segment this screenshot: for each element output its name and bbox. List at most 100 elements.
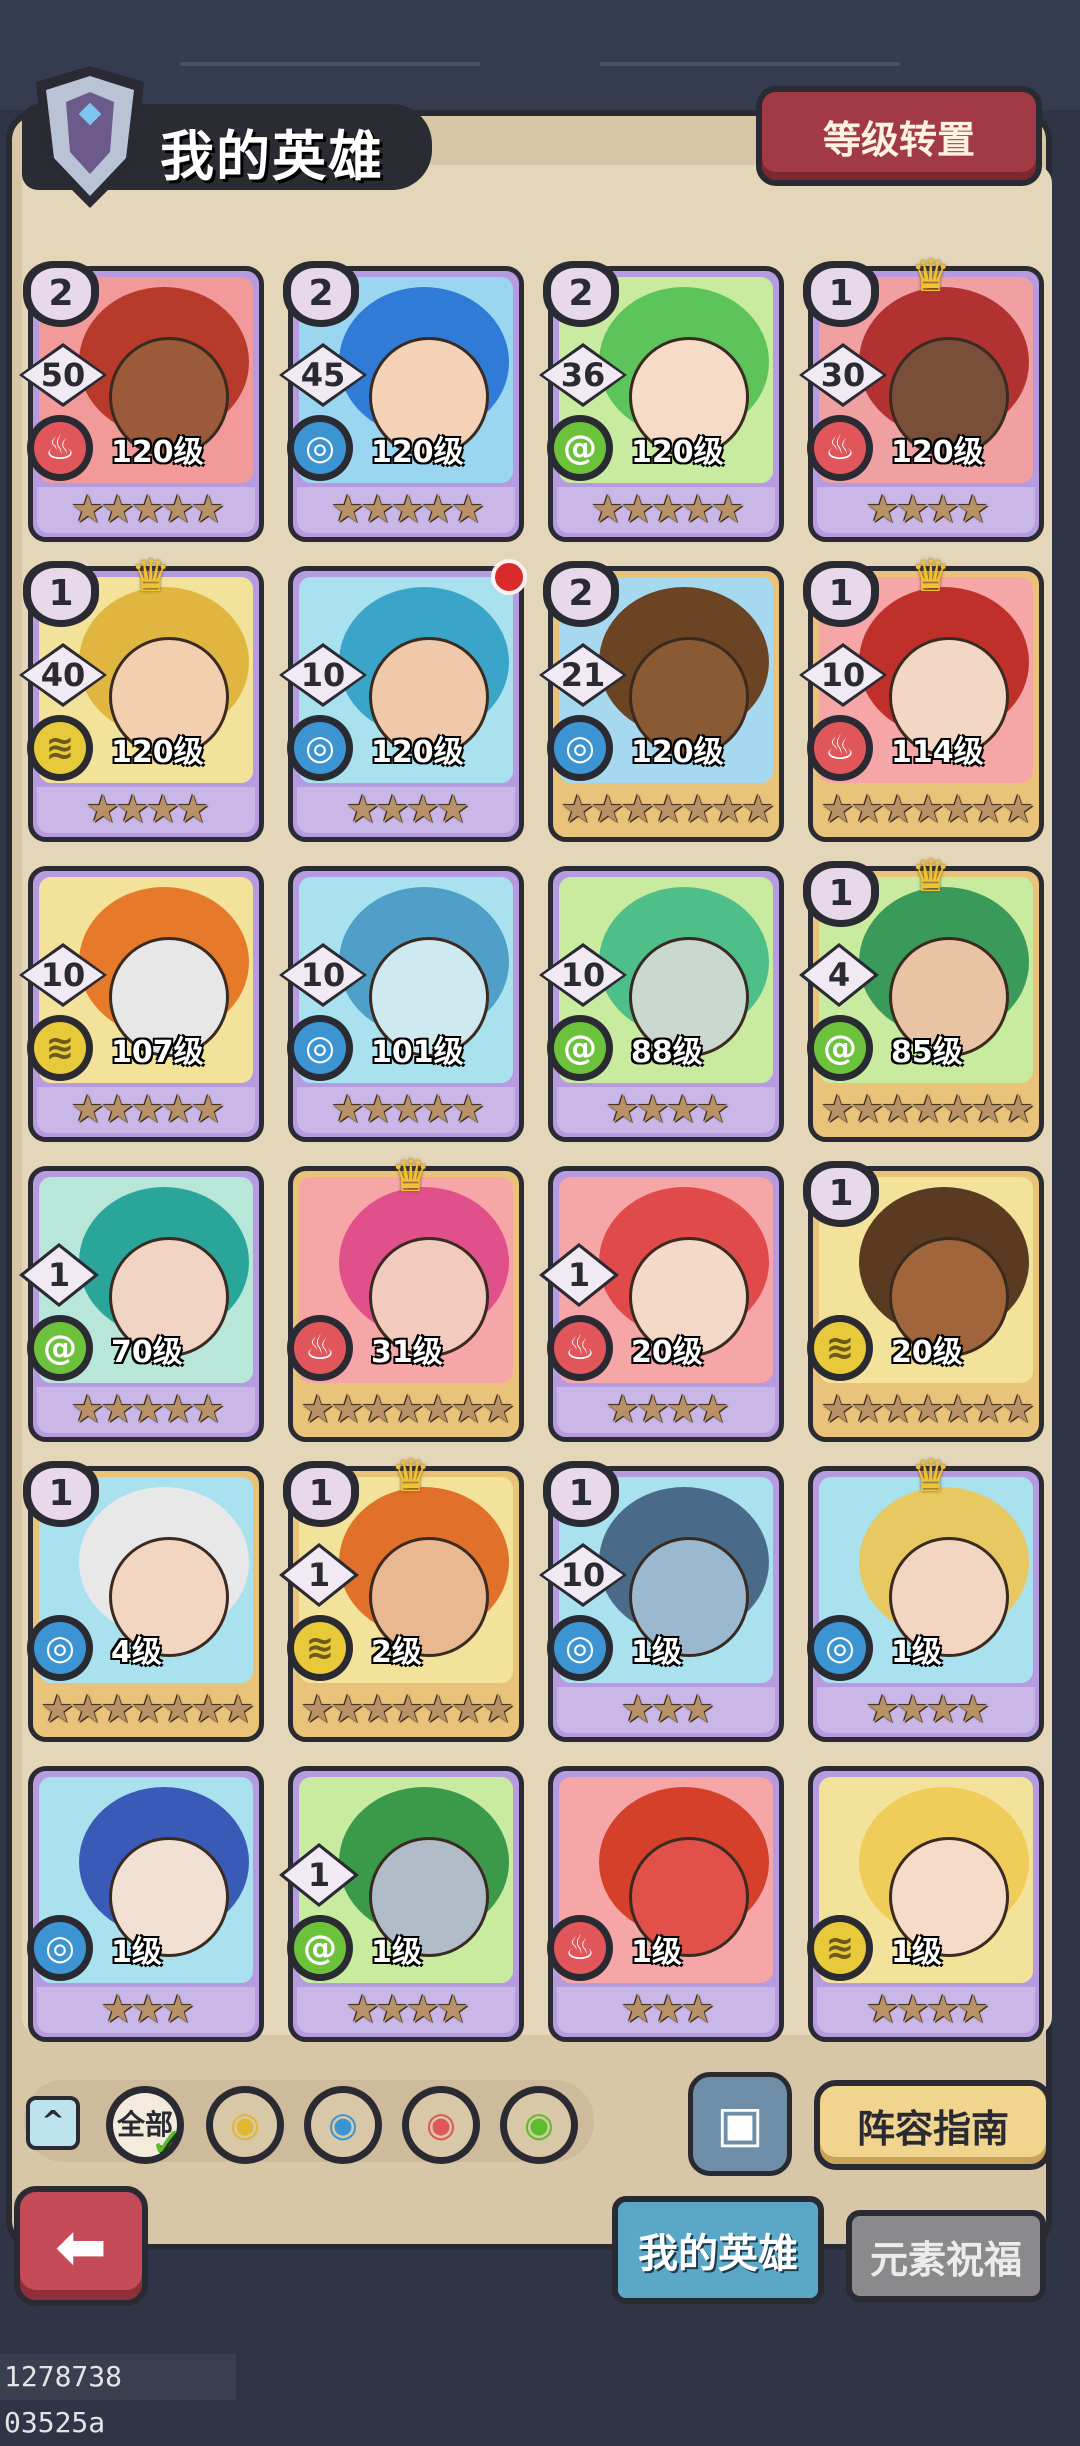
star-rating: ★★★ bbox=[620, 1687, 715, 1731]
hero-card[interactable]: ★★★★ ◎ 120级 10 bbox=[279, 559, 527, 842]
hero-card[interactable]: ★★★★★ ◎ 120级 2 45 bbox=[279, 261, 524, 542]
hero-level: 85级 bbox=[891, 1035, 963, 1070]
hero-card[interactable]: ★★★★★★★ ≋ 20级 1 bbox=[803, 1161, 1044, 1442]
check-icon: ✓ bbox=[150, 2120, 184, 2166]
back-arrow-icon: ⬅ bbox=[55, 2209, 107, 2283]
wind-icon: @ bbox=[807, 1015, 873, 1081]
fire-icon: ♨ bbox=[27, 415, 93, 481]
water-icon: ◎ bbox=[27, 1615, 93, 1681]
build-id: 1278738 03525a bbox=[0, 2354, 236, 2439]
fire-icon: ♨ bbox=[547, 1915, 613, 1981]
rank-badge: 2 bbox=[283, 261, 359, 327]
hero-card[interactable]: ★★★★★★★ ♨ 31级 ♛ bbox=[287, 1151, 524, 1442]
hero-card[interactable]: ★★★★★ @70级 1 bbox=[19, 1166, 264, 1442]
hero-level: 1级 bbox=[371, 1935, 422, 1970]
star-rating: ★★★★★ bbox=[70, 1387, 225, 1431]
fire-icon: ◉ bbox=[409, 2093, 473, 2157]
save-lineup-button[interactable]: ▣ bbox=[688, 2072, 792, 2176]
page-title: 我的英雄 bbox=[160, 125, 384, 188]
hero-level: 120级 bbox=[891, 435, 984, 470]
hero-level: 107级 bbox=[111, 1035, 204, 1070]
hero-card[interactable]: ★★★ ♨ 1级 bbox=[547, 1766, 784, 2042]
hero-card[interactable]: ★★★★ ♨ 20级 1 bbox=[539, 1166, 784, 1442]
water-icon: ◎ bbox=[547, 1615, 613, 1681]
fire-icon: ♨ bbox=[807, 715, 873, 781]
earth-icon: ≋ bbox=[27, 715, 93, 781]
filter-earth[interactable]: ◉ bbox=[206, 2086, 284, 2164]
wind-icon: @ bbox=[27, 1315, 93, 1381]
lineup-guide-button[interactable]: 阵容指南 bbox=[814, 2080, 1052, 2170]
filter-water[interactable]: ◉ bbox=[304, 2086, 382, 2164]
hero-card[interactable]: ★★★★★ ◎ 101级 10 bbox=[279, 866, 524, 1142]
water-icon: ◎ bbox=[807, 1615, 873, 1681]
rank-badge: 2 bbox=[543, 261, 619, 327]
hero-card[interactable]: ★★★ ◎ 1级 bbox=[27, 1766, 264, 2042]
hero-level: 1级 bbox=[631, 1635, 682, 1670]
wind-icon: @ bbox=[287, 1915, 353, 1981]
hero-level: 120级 bbox=[371, 735, 464, 770]
hero-card[interactable]: ★★★★★★★ ≋ 2级 1 1 ♛ bbox=[279, 1451, 524, 1742]
hero-level: 101级 bbox=[371, 1035, 464, 1070]
crown-icon: ♛ bbox=[911, 1451, 951, 1502]
star-rating: ★★★★★ bbox=[70, 1087, 225, 1131]
floppy-disk-icon: ▣ bbox=[716, 2095, 764, 2153]
hero-card[interactable]: ★★★★★★★ ◎ 4级 1 bbox=[23, 1461, 264, 1742]
rank-badge: 1 bbox=[283, 1461, 359, 1527]
crown-icon: ♛ bbox=[911, 851, 951, 902]
hero-card[interactable]: ★★★★★★★ ♨ 114级 1 10 ♛ bbox=[799, 551, 1044, 842]
hero-level: 120级 bbox=[111, 435, 204, 470]
chevron-up-icon[interactable]: ^ bbox=[26, 2096, 80, 2150]
hero-card[interactable]: ★★★★ ≋ 120级 1 40 ♛ bbox=[19, 551, 264, 842]
star-rating: ★★★ bbox=[620, 1987, 715, 2031]
hero-level: 31级 bbox=[371, 1335, 443, 1370]
hero-card[interactable]: ★★★★ ≋ 1级 bbox=[807, 1766, 1044, 2042]
star-rating: ★★★★ bbox=[345, 1987, 470, 2031]
hero-card[interactable]: ★★★ ◎ 1级 1 10 bbox=[539, 1461, 784, 1742]
hero-level: 1级 bbox=[891, 1635, 942, 1670]
star-rating: ★★★★★ bbox=[330, 487, 485, 531]
hero-level: 120级 bbox=[111, 735, 204, 770]
hero-card[interactable]: ★★★★★ ♨ 120级 2 50 bbox=[19, 261, 264, 542]
star-rating: ★★★★★★★ bbox=[820, 787, 1035, 831]
hero-card[interactable]: ★★★★★★★ ◎ 120级 2 21 bbox=[539, 561, 784, 842]
hero-card[interactable]: ★★★★ @1级 1 bbox=[279, 1766, 524, 2042]
rank-badge: 1 bbox=[803, 561, 879, 627]
filter-wind[interactable]: ◉ bbox=[500, 2086, 578, 2164]
fire-icon: ♨ bbox=[287, 1315, 353, 1381]
star-rating: ★★★★★★★ bbox=[300, 1687, 515, 1731]
level-transfer-button[interactable]: 等级转置 bbox=[756, 86, 1042, 186]
hero-level: 120级 bbox=[631, 435, 724, 470]
hero-card[interactable]: ★★★★★ ≋ 107级 10 bbox=[19, 866, 264, 1142]
star-rating: ★★★★ bbox=[865, 1987, 990, 2031]
hero-level: 70级 bbox=[111, 1335, 183, 1370]
star-rating: ★★★★ bbox=[865, 487, 990, 531]
hero-card[interactable]: ★★★★★ @120级 2 36 bbox=[539, 261, 784, 542]
wind-icon: @ bbox=[547, 415, 613, 481]
star-rating: ★★★★ bbox=[85, 787, 210, 831]
tab-element-blessing[interactable]: 元素祝福 bbox=[846, 2210, 1046, 2302]
hero-level: 120级 bbox=[631, 735, 724, 770]
earth-icon: ◉ bbox=[213, 2093, 277, 2157]
hero-level: 120级 bbox=[371, 435, 464, 470]
hero-card[interactable]: ★★★★ @88级 10 bbox=[539, 866, 784, 1142]
tab-my-heroes[interactable]: 我的英雄 bbox=[612, 2196, 824, 2304]
deco-line bbox=[600, 62, 900, 66]
filter-fire[interactable]: ◉ bbox=[402, 2086, 480, 2164]
hero-level: 114级 bbox=[891, 735, 984, 770]
earth-icon: ≋ bbox=[287, 1615, 353, 1681]
star-rating: ★★★★★ bbox=[590, 487, 745, 531]
fire-icon: ♨ bbox=[547, 1315, 613, 1381]
hero-card[interactable]: ★★★★ ◎ 1级 ♛ bbox=[807, 1451, 1044, 1742]
back-button[interactable]: ⬅ bbox=[14, 2186, 148, 2306]
hero-card[interactable]: ★★★★ ♨ 120级 1 30 ♛ bbox=[799, 251, 1044, 542]
hero-card[interactable]: ★★★★★★★ @85级 1 4 ♛ bbox=[799, 851, 1044, 1142]
star-rating: ★★★★★★★ bbox=[300, 1387, 515, 1431]
star-rating: ★★★★ bbox=[605, 1087, 730, 1131]
helmet-icon bbox=[36, 66, 144, 208]
notification-dot bbox=[491, 559, 527, 595]
star-rating: ★★★★ bbox=[605, 1387, 730, 1431]
water-icon: ◎ bbox=[547, 715, 613, 781]
hero-level: 4级 bbox=[111, 1635, 162, 1670]
rank-badge: 1 bbox=[803, 261, 879, 327]
water-icon: ◎ bbox=[287, 715, 353, 781]
